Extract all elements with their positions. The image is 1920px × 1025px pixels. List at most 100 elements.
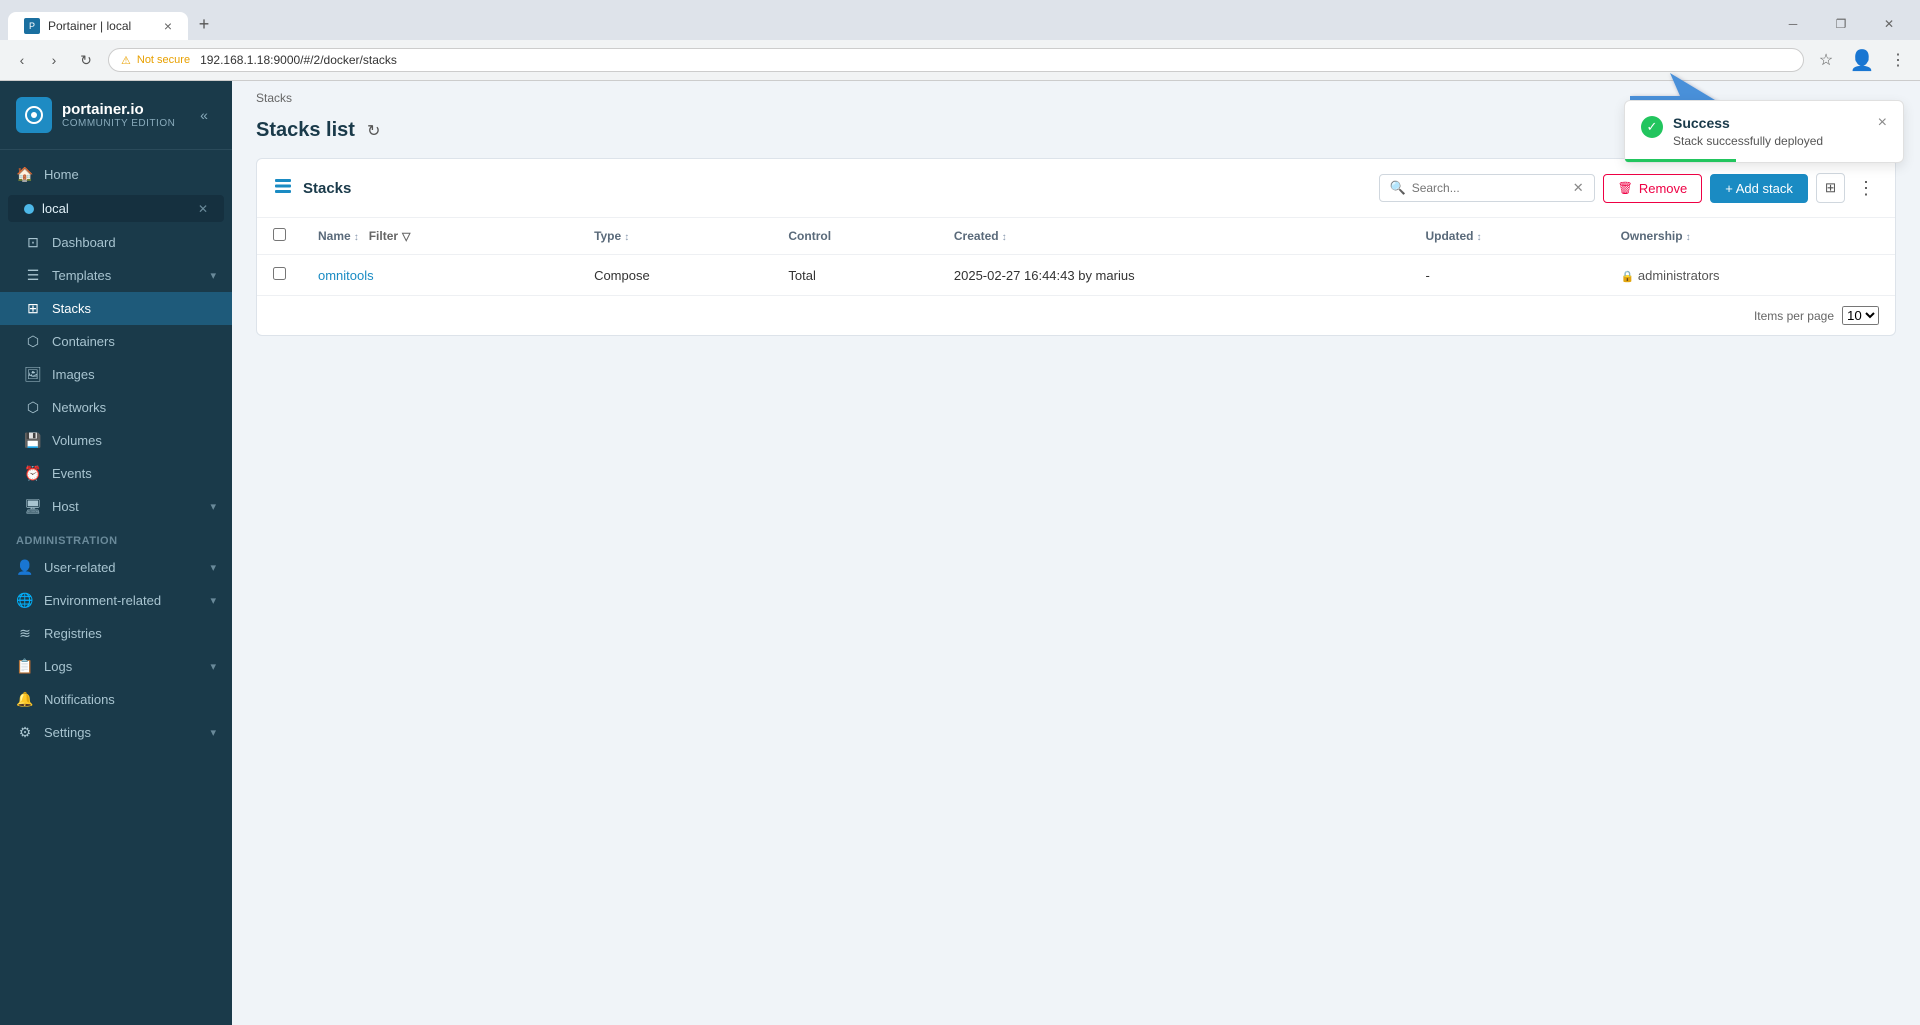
main-content: Stacks Stacks list ↻ Stacks (232, 81, 1920, 1025)
nav-buttons: ‹ › ↻ (8, 46, 100, 74)
header-ownership: Ownership↕ (1605, 218, 1895, 255)
address-bar[interactable]: ⚠ Not secure 192.168.1.18:9000/#/2/docke… (108, 48, 1804, 72)
sidebar-item-templates[interactable]: ☰ Templates ▾ (0, 259, 232, 292)
host-chevron: ▾ (210, 500, 216, 513)
sidebar-item-containers[interactable]: ⬡ Containers (0, 325, 232, 358)
home-icon: 🏠 (16, 166, 34, 183)
events-icon: ⏰ (24, 465, 42, 482)
stack-name-link[interactable]: omnitools (318, 268, 374, 283)
card-header-actions: 🔍 ✕ 🗑 Remove + Add stack ⊞ ⋮ (1379, 173, 1880, 203)
sidebar-item-home[interactable]: 🏠 Home (0, 158, 232, 191)
security-icon: ⚠ (121, 54, 131, 67)
header-type: Type↕ (578, 218, 772, 255)
sidebar-item-volumes[interactable]: 💾 Volumes (0, 424, 232, 457)
content-area: Stacks 🔍 ✕ 🗑 Remove + Add stack (232, 158, 1920, 1025)
volumes-icon: 💾 (24, 432, 42, 449)
browser-toolbar: ‹ › ↻ ⚠ Not secure 192.168.1.18:9000/#/2… (0, 40, 1920, 81)
sidebar-item-settings[interactable]: ⚙ Settings ▾ (0, 716, 232, 749)
row-control-cell: Total (772, 255, 938, 296)
toast-progress-bar (1625, 159, 1736, 162)
name-sort-icon: ↕ (354, 232, 359, 243)
sidebar-item-images[interactable]: 🖼 Images (0, 358, 232, 391)
sidebar-item-host[interactable]: 🖥 Host ▾ (0, 490, 232, 523)
table-header: Name↕ Filter ▽ Type↕ Control (257, 218, 1895, 255)
toast-title: Success (1673, 115, 1868, 131)
reload-button[interactable]: ↻ (72, 46, 100, 74)
toast-success-icon: ✓ (1641, 116, 1663, 138)
networks-icon: ⬡ (24, 399, 42, 416)
security-label: Not secure (137, 54, 190, 66)
templates-chevron: ▾ (210, 269, 216, 282)
header-name: Name↕ Filter ▽ (302, 218, 578, 255)
images-icon: 🖼 (24, 366, 42, 383)
browser-tab-active[interactable]: P Portainer | local × (8, 12, 188, 40)
search-box[interactable]: 🔍 ✕ (1379, 174, 1595, 202)
updated-sort-icon: ↕ (1476, 232, 1481, 243)
search-input[interactable] (1412, 181, 1567, 195)
sidebar-item-registries[interactable]: ≋ Registries (0, 617, 232, 650)
url-display: 192.168.1.18:9000/#/2/docker/stacks (200, 53, 397, 67)
env-status-icon (24, 204, 34, 214)
row-type-cell: Compose (578, 255, 772, 296)
sidebar-item-networks[interactable]: ⬡ Networks (0, 391, 232, 424)
host-icon: 🖥 (24, 498, 42, 515)
sidebar-item-user-related[interactable]: 👤 User-related ▾ (0, 551, 232, 584)
templates-icon: ☰ (24, 267, 42, 284)
sidebar-item-stacks[interactable]: ⊞ Stacks (0, 292, 232, 325)
toast-close-button[interactable]: × (1878, 115, 1887, 131)
sidebar-item-dashboard[interactable]: ⊡ Dashboard (0, 226, 232, 259)
env-close-button[interactable]: ✕ (198, 202, 208, 216)
sidebar-item-logs[interactable]: 📋 Logs ▾ (0, 650, 232, 683)
refresh-button[interactable]: ↻ (367, 121, 380, 141)
sidebar-collapse-button[interactable]: « (192, 103, 216, 127)
clear-search-icon[interactable]: ✕ (1573, 180, 1584, 196)
browser-chrome: P Portainer | local × + ─ ❐ ✕ (0, 0, 1920, 40)
restore-button[interactable]: ❐ (1818, 8, 1864, 40)
notifications-icon: 🔔 (16, 691, 34, 708)
more-options-button[interactable]: ⋮ (1853, 174, 1879, 203)
profile-button[interactable]: 👤 (1848, 46, 1876, 74)
sidebar-item-notifications[interactable]: 🔔 Notifications (0, 683, 232, 716)
sidebar-item-local[interactable]: local ✕ (8, 195, 224, 222)
admin-section-label: Administration (0, 523, 232, 551)
search-icon: 🔍 (1390, 180, 1406, 196)
sidebar-item-environment-related[interactable]: 🌐 Environment-related ▾ (0, 584, 232, 617)
row-checkbox[interactable] (273, 267, 286, 280)
new-tab-button[interactable]: + (188, 8, 220, 40)
back-button[interactable]: ‹ (8, 46, 36, 74)
settings-chevron: ▾ (210, 726, 216, 739)
stacks-card-title: Stacks (303, 180, 1369, 197)
filter-button[interactable]: Filter ▽ (369, 229, 411, 243)
tab-close-button[interactable]: × (164, 19, 172, 33)
header-created: Created↕ (938, 218, 1410, 255)
sidebar: portainer.io COMMUNITY EDITION « 🏠 Home … (0, 81, 232, 1025)
stacks-header-icon (273, 176, 293, 201)
row-ownership-cell: 🔒 administrators (1605, 255, 1895, 296)
toast-content: Success Stack successfully deployed (1673, 115, 1868, 148)
stacks-icon: ⊞ (24, 300, 42, 317)
filter-icon: ▽ (402, 230, 410, 243)
select-all-checkbox[interactable] (273, 228, 286, 241)
logs-icon: 📋 (16, 658, 34, 675)
card-header: Stacks 🔍 ✕ 🗑 Remove + Add stack (257, 159, 1895, 218)
items-per-page-select[interactable]: 10 25 50 (1842, 306, 1879, 325)
remove-button[interactable]: 🗑 Remove (1603, 174, 1703, 203)
menu-button[interactable]: ⋮ (1884, 46, 1912, 74)
logo-icon (16, 97, 52, 133)
add-stack-button[interactable]: + Add stack (1710, 174, 1808, 203)
forward-button[interactable]: › (40, 46, 68, 74)
column-toggle-button[interactable]: ⊞ (1816, 173, 1845, 203)
close-window-button[interactable]: ✕ (1866, 8, 1912, 40)
minimize-button[interactable]: ─ (1770, 8, 1816, 40)
sidebar-item-events[interactable]: ⏰ Events (0, 457, 232, 490)
ownership-lock-icon: 🔒 (1621, 271, 1635, 283)
window-controls: ─ ❐ ✕ (1770, 8, 1912, 40)
items-per-page-label: Items per page (1754, 309, 1834, 323)
environment-related-icon: 🌐 (16, 592, 34, 609)
toast-message: Stack successfully deployed (1673, 134, 1868, 148)
created-sort-icon: ↕ (1002, 232, 1007, 243)
bookmark-button[interactable]: ☆ (1812, 46, 1840, 74)
logo-text: portainer.io COMMUNITY EDITION (62, 101, 175, 129)
remove-icon: 🗑 (1618, 181, 1633, 195)
type-sort-icon: ↕ (624, 232, 629, 243)
